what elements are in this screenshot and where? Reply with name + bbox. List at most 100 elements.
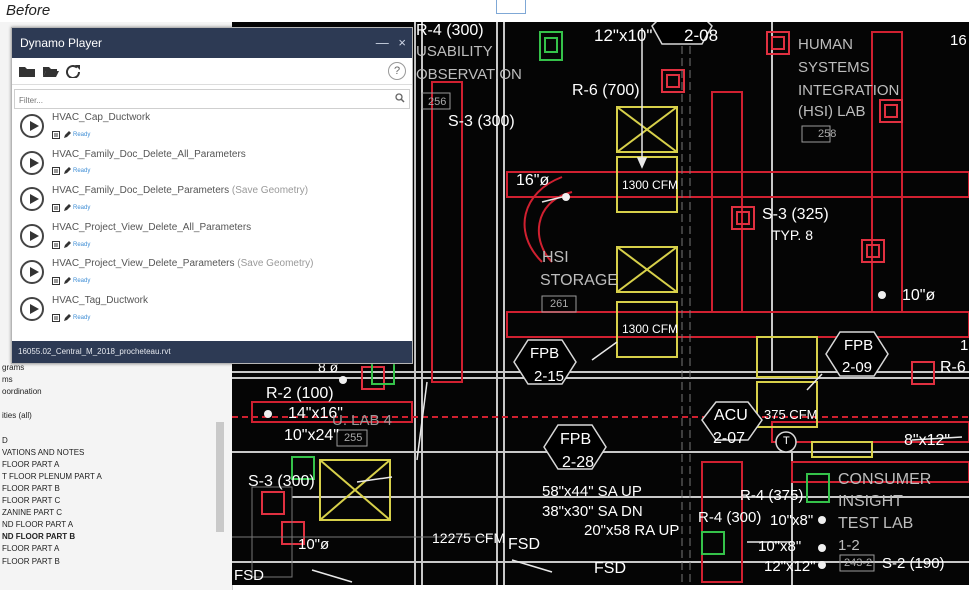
folder-open-icon[interactable] (42, 64, 60, 78)
drawing-label: 16 (950, 32, 967, 49)
browser-item[interactable] (2, 398, 102, 410)
script-status: Ready (73, 204, 91, 211)
drawing-label: 255 (344, 432, 363, 444)
drawing-label: R-6 (700) (572, 82, 640, 99)
player-titlebar[interactable]: Dynamo Player — × (12, 28, 412, 58)
browser-item[interactable]: ities (all) (2, 410, 102, 422)
document-icon[interactable] (52, 313, 60, 322)
document-icon[interactable] (52, 240, 60, 249)
browser-item[interactable]: FLOOR PART A (2, 543, 102, 555)
pencil-icon[interactable] (63, 167, 71, 175)
script-item[interactable]: HVAC_Family_Doc_Delete_All_Parameters Rea… (12, 147, 412, 184)
play-icon[interactable] (20, 223, 44, 248)
script-meta: Ready (52, 272, 90, 286)
drawing-label: 1300 CFM (622, 322, 679, 336)
browser-item[interactable]: oordination (2, 386, 102, 398)
pencil-icon[interactable] (63, 277, 71, 285)
drawing-label: FSD (508, 536, 540, 553)
pencil-icon[interactable] (63, 203, 71, 212)
filter-input[interactable] (15, 91, 381, 110)
browser-item[interactable]: ZANINE PART C (2, 507, 102, 519)
drawing-label: 1-2 (838, 537, 860, 554)
browser-item[interactable]: FLOOR PART B (2, 556, 102, 568)
drawing-label: R-4 (375) (740, 487, 804, 504)
play-icon[interactable] (20, 114, 44, 138)
drawing-label: 16"ø (516, 172, 550, 189)
close-button[interactable]: × (398, 35, 406, 50)
script-name-text: HVAC_Family_Doc_Delete_Parameters (52, 185, 230, 197)
play-icon[interactable] (20, 296, 44, 321)
script-name: HVAC_Family_Doc_Delete_All_Parameters (52, 149, 246, 160)
script-meta: Ready (52, 163, 91, 176)
refresh-icon[interactable] (64, 64, 82, 78)
dynamo-player-window[interactable]: Dynamo Player — × ? HVAC_Cap_Ductwork Rea… (11, 27, 413, 364)
drawing-label: USABILITY (416, 43, 493, 60)
player-title: Dynamo Player (20, 36, 103, 50)
drawing-label: HUMAN (798, 36, 853, 53)
drawing-label: CONSUMER (838, 471, 932, 488)
drawing-label: 375 CFM (764, 407, 818, 422)
drawing-label: 2-28 (562, 454, 595, 471)
drawing-label: 2-09 (842, 359, 873, 376)
drawing-label: 1300 CFM (622, 178, 679, 192)
script-status: Ready (73, 241, 91, 248)
script-item[interactable]: HVAC_Tag_Ductwork Ready (12, 293, 412, 330)
drawing-label: TYP. 8 (772, 227, 813, 243)
pencil-icon[interactable] (63, 313, 71, 322)
drawing-label: 20"x58 RA UP (584, 522, 680, 539)
script-name: HVAC_Tag_Ductwork (52, 295, 148, 306)
script-name-suffix: (Save Geometry) (234, 258, 314, 270)
browser-scrollbar[interactable] (216, 422, 224, 532)
file-status-bar: 16055.02_Central_M_2018_procheteau.rvt (12, 341, 412, 363)
drawing-label: 2-15 (534, 368, 565, 385)
browser-item[interactable]: D (2, 435, 102, 447)
script-item[interactable]: HVAC_Project_View_Delete_Parameters (Sav… (12, 256, 412, 293)
browser-item[interactable]: FLOOR PART C (2, 495, 102, 507)
script-item[interactable]: HVAC_Cap_Ductwork Ready (12, 110, 412, 147)
folder-icon[interactable] (18, 64, 36, 78)
script-status: Ready (73, 131, 91, 138)
drawing-label: 256 (428, 96, 447, 108)
script-list: HVAC_Cap_Ductwork Ready HVAC_Family_Doc_De… (12, 110, 412, 330)
browser-item[interactable]: ND FLOOR PART A (2, 519, 102, 531)
play-icon[interactable] (20, 260, 44, 285)
filter-box[interactable] (14, 89, 410, 110)
pencil-icon[interactable] (63, 240, 71, 249)
browser-item[interactable]: VATIONS AND NOTES (2, 447, 102, 459)
drawing-label: R-4 (300) (416, 22, 484, 39)
browser-item[interactable] (2, 422, 102, 434)
browser-item[interactable]: ms (2, 374, 102, 386)
document-icon[interactable] (52, 203, 60, 212)
browser-item[interactable]: T FLOOR PLENUM PART A (2, 471, 102, 483)
drawing-label: ACU (714, 407, 748, 424)
document-icon[interactable] (52, 277, 60, 286)
play-icon[interactable] (20, 150, 44, 175)
browser-item[interactable]: FLOOR PART A (2, 459, 102, 471)
window-controls: — × (376, 28, 406, 58)
script-status: Ready (73, 314, 91, 321)
play-icon[interactable] (20, 187, 44, 212)
drawing-label: HSI (542, 249, 569, 266)
drawing-label: FPB (844, 337, 874, 354)
drawing-label: STORAGE (540, 272, 618, 289)
document-icon[interactable] (52, 167, 60, 176)
script-item[interactable]: HVAC_Project_View_Delete_All_Parameters R… (12, 220, 412, 257)
script-name-text: HVAC_Cap_Ductwork (52, 112, 151, 123)
minimize-button[interactable]: — (376, 35, 389, 50)
search-icon[interactable] (395, 93, 405, 103)
script-name-suffix: (Save Geometry) (229, 185, 309, 197)
help-button[interactable]: ? (388, 62, 406, 80)
drawing-label: 10"ø (298, 536, 330, 553)
document-icon[interactable] (52, 130, 60, 139)
drawing-label: 38"x30" SA DN (542, 503, 643, 520)
drawing-label: SYSTEMS (798, 59, 870, 76)
drawing-label: INTEGRATION (798, 82, 900, 99)
drawing-label: 8"x12" (904, 432, 951, 449)
browser-item[interactable]: ND FLOOR PART B (2, 531, 102, 543)
script-name-text: HVAC_Project_View_Delete_Parameters (52, 258, 235, 270)
browser-item[interactable]: FLOOR PART B (2, 483, 102, 495)
caption-before: Before (6, 2, 51, 19)
script-status: Ready (73, 168, 91, 175)
script-item[interactable]: HVAC_Family_Doc_Delete_Parameters (Save … (12, 183, 412, 220)
pencil-icon[interactable] (63, 130, 71, 139)
